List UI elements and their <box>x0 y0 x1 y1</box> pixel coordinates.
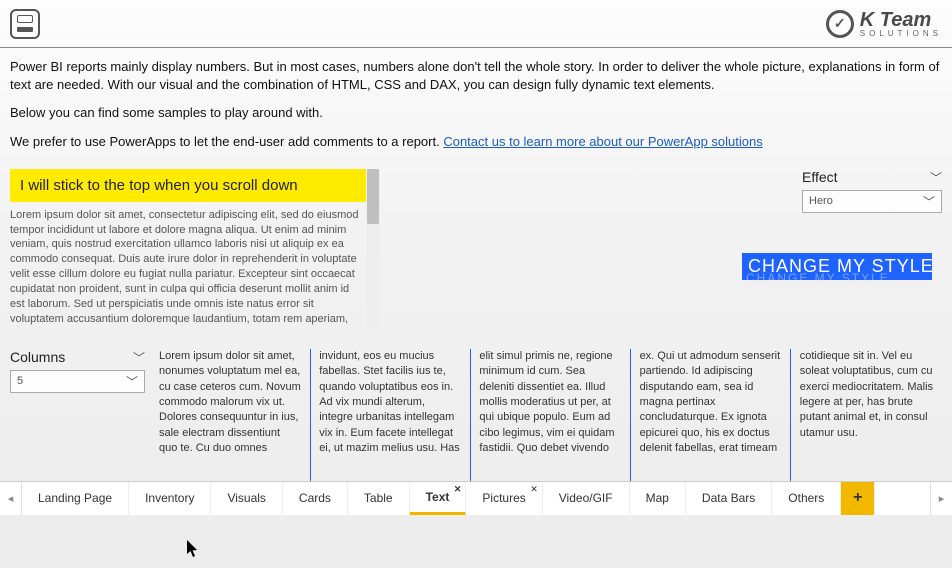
columns-select[interactable]: 5 ﹀ <box>10 370 145 393</box>
sticky-demo-container: I will stick to the top when you scroll … <box>10 169 380 329</box>
columns-text-body: Lorem ipsum dolor sit amet, nonumes volu… <box>159 349 942 481</box>
tab-visuals[interactable]: Visuals <box>211 482 282 515</box>
intro-paragraph-3-text: We prefer to use PowerApps to let the en… <box>10 134 443 149</box>
tab-label: Map <box>646 491 669 505</box>
tab-cards[interactable]: Cards <box>283 482 348 515</box>
tab-video-gif[interactable]: Video/GIF <box>543 482 630 515</box>
close-icon[interactable]: ✕ <box>530 484 538 495</box>
tab-others[interactable]: Others <box>772 482 841 515</box>
hero-effect-shadow: CHANGE MY STYLE <box>746 271 890 280</box>
tab-label: Text <box>426 490 450 504</box>
sticky-demo-lorem: Lorem ipsum dolor sit amet, consectetur … <box>10 202 366 329</box>
columns-header[interactable]: Columns ﹀ <box>10 349 145 366</box>
close-icon[interactable]: ✕ <box>454 484 462 495</box>
columns-selected-value: 5 <box>17 375 23 387</box>
tab-pictures[interactable]: Pictures ✕ <box>466 482 542 515</box>
scrollbar-thumb[interactable] <box>367 169 379 224</box>
tab-scroll-left[interactable]: ◂ <box>0 482 22 515</box>
sticky-banner: I will stick to the top when you scroll … <box>10 169 366 202</box>
brand-subtitle: SOLUTIONS <box>860 30 942 38</box>
tab-add-button[interactable]: + <box>841 482 875 515</box>
tab-inventory[interactable]: Inventory <box>129 482 211 515</box>
tab-label: Inventory <box>145 491 194 505</box>
tab-strip: ◂ Landing Page Inventory Visuals Cards Table… <box>0 481 952 515</box>
tab-label: Landing Page <box>38 491 112 505</box>
tab-scroll-right[interactable]: ▸ <box>930 482 952 515</box>
tab-label: Table <box>364 491 393 505</box>
tab-label: Others <box>788 491 824 505</box>
effect-select[interactable]: Hero ﹀ <box>802 190 942 213</box>
brand-block: K Team SOLUTIONS <box>826 10 942 38</box>
chevron-down-icon: ﹀ <box>923 193 935 210</box>
contact-link[interactable]: Contact us to learn more about our Power… <box>443 134 762 149</box>
effect-header[interactable]: Effect ﹀ <box>802 169 942 186</box>
tab-map[interactable]: Map <box>630 482 686 515</box>
tab-data-bars[interactable]: Data Bars <box>686 482 772 515</box>
header-bar: K Team SOLUTIONS <box>0 0 952 48</box>
intro-paragraph-2: Below you can find some samples to play … <box>10 104 942 122</box>
tab-label: Video/GIF <box>559 491 613 505</box>
scrollbar[interactable] <box>366 169 380 329</box>
brand-logo-icon <box>826 10 854 38</box>
tab-label: Data Bars <box>702 491 755 505</box>
tab-label: Cards <box>299 491 331 505</box>
columns-title: Columns <box>10 349 65 365</box>
intro-text: Power BI reports mainly display numbers.… <box>0 48 952 165</box>
effect-selected-value: Hero <box>809 195 833 207</box>
tab-table[interactable]: Table <box>348 482 410 515</box>
tab-label: Pictures <box>482 491 525 505</box>
intro-paragraph-1: Power BI reports mainly display numbers.… <box>10 58 942 94</box>
tab-landing-page[interactable]: Landing Page <box>22 482 129 515</box>
intro-paragraph-3: We prefer to use PowerApps to let the en… <box>10 133 942 151</box>
app-icon <box>10 9 40 39</box>
tab-label: Visuals <box>227 491 265 505</box>
tab-text[interactable]: Text ✕ <box>410 482 467 515</box>
effect-title: Effect <box>802 169 838 185</box>
chevron-down-icon: ﹀ <box>126 373 138 390</box>
chevron-down-icon: ﹀ <box>930 169 942 186</box>
hero-effect-preview: CHANGE MY STYLE CHANGE MY STYLE <box>742 253 932 280</box>
chevron-down-icon: ﹀ <box>133 349 145 366</box>
brand-name: K Team <box>860 10 932 30</box>
